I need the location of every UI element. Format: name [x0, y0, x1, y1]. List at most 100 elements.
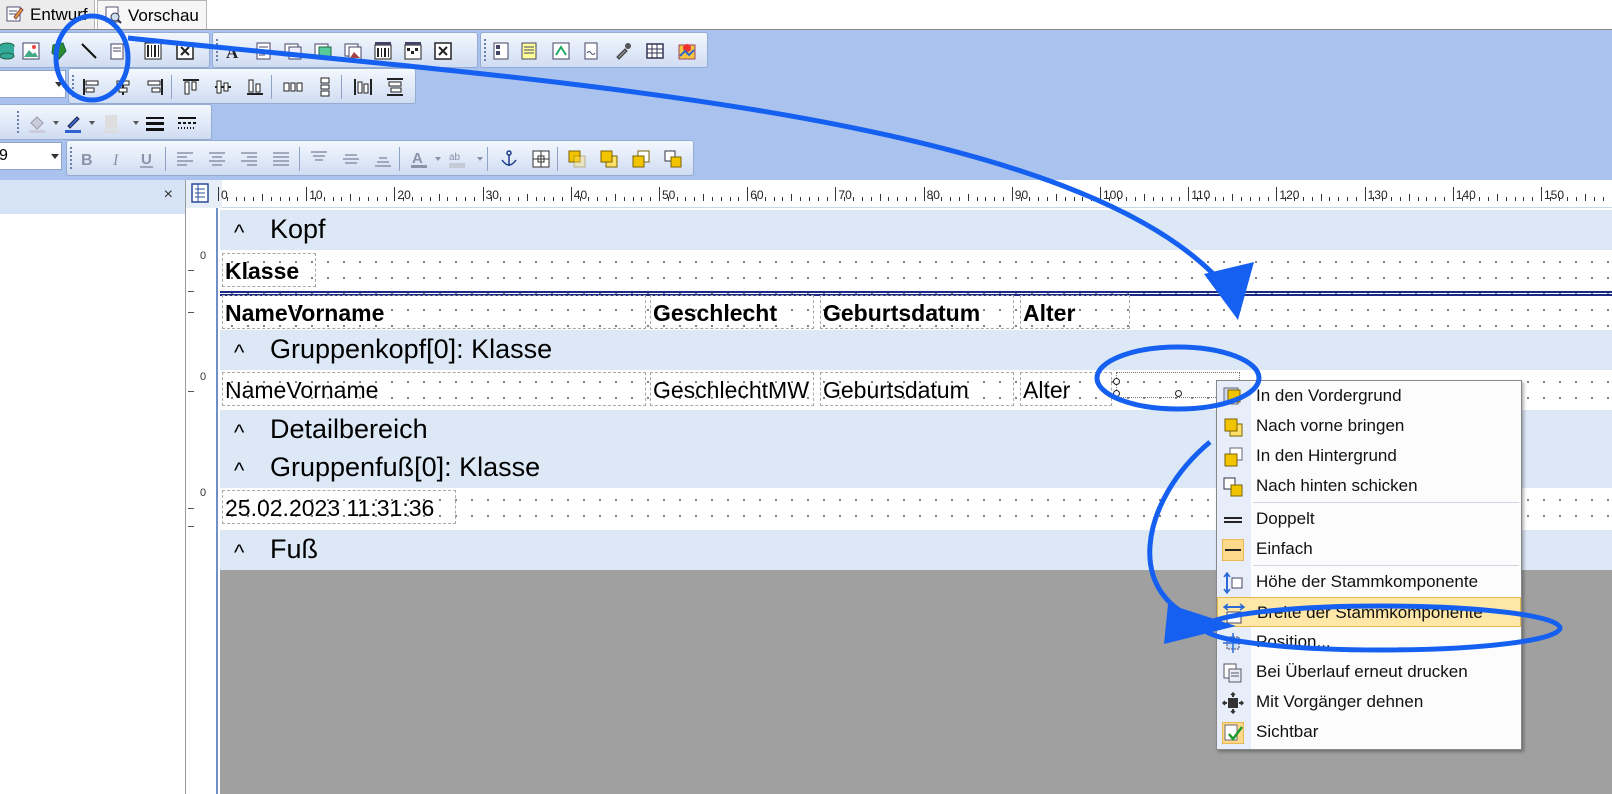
collapse-caret[interactable]: ^: [234, 420, 244, 446]
barcode-icon[interactable]: [143, 41, 163, 61]
text-left-icon[interactable]: [175, 149, 195, 169]
text-right-icon[interactable]: [239, 149, 259, 169]
eyedropper-icon[interactable]: [613, 41, 633, 61]
dbchart-icon[interactable]: [403, 41, 423, 61]
dbcalc-icon[interactable]: [313, 41, 333, 61]
map-icon[interactable]: [677, 41, 697, 61]
label-text-icon[interactable]: A: [223, 41, 243, 61]
anchor-icon[interactable]: [499, 149, 519, 169]
menu-item-reprint-overflow[interactable]: Bei Überlauf erneut drucken: [1217, 657, 1521, 687]
shape-icon[interactable]: [49, 41, 69, 61]
field-name[interactable]: NameVorname: [222, 372, 646, 406]
menu-item-single[interactable]: Einfach: [1217, 534, 1521, 564]
tab-preview[interactable]: Vorschau: [97, 0, 207, 29]
menu-item-label: Einfach: [1256, 539, 1313, 558]
selection-handle[interactable]: [1175, 390, 1182, 397]
field-datetime[interactable]: 25.02.2023 11:31:36: [222, 490, 456, 524]
menu-item-parent-width[interactable]: Breite der Stammkomponente: [1217, 597, 1521, 627]
menu-item-send-to-back[interactable]: In den Hintergrund: [1217, 441, 1521, 471]
send-backward-tb-icon[interactable]: [663, 149, 683, 169]
align-left-icon[interactable]: [81, 77, 101, 97]
space-h-icon[interactable]: [283, 77, 303, 97]
close-icon[interactable]: ×: [164, 186, 173, 204]
valign-center-icon[interactable]: [341, 149, 361, 169]
kopf-section[interactable]: Klasse NameVorname Geschlecht Geburtsdat…: [220, 250, 1612, 335]
bring-to-front-tb-icon[interactable]: [567, 149, 587, 169]
same-height-icon[interactable]: [385, 77, 405, 97]
send-to-back-tb-icon[interactable]: [631, 149, 651, 169]
field-name-header[interactable]: NameVorname: [222, 295, 646, 329]
valign-top-icon[interactable]: [309, 149, 329, 169]
menu-item-visible[interactable]: Sichtbar: [1217, 717, 1521, 747]
line-style-icon[interactable]: [177, 113, 197, 133]
field-alter-header[interactable]: Alter: [1020, 295, 1130, 329]
grid-snap-icon[interactable]: [531, 149, 551, 169]
space-v-icon[interactable]: [315, 77, 335, 97]
same-width-icon[interactable]: [353, 77, 373, 97]
highlight-color-icon[interactable]: ab: [447, 149, 467, 169]
line-icon[interactable]: [79, 41, 99, 61]
ruler-label: 150: [1544, 188, 1565, 202]
bring-forward-tb-icon[interactable]: [599, 149, 619, 169]
page-icon[interactable]: [581, 41, 601, 61]
dbmemo-icon[interactable]: [283, 41, 303, 61]
tab-design[interactable]: Entwurf: [0, 0, 95, 29]
line-weight-icon[interactable]: [145, 113, 165, 133]
fill-color-icon[interactable]: [27, 113, 47, 133]
underline-icon[interactable]: U: [137, 149, 157, 169]
ruler-corner[interactable]: [186, 180, 222, 208]
align-center-h-icon[interactable]: [113, 77, 133, 97]
field-geburtsdatum[interactable]: Geburtsdatum: [820, 372, 1014, 406]
field-geschlecht-header[interactable]: Geschlecht: [650, 295, 814, 329]
collapse-caret[interactable]: ^: [234, 458, 244, 484]
ruler-tick: [306, 187, 308, 201]
richtext-icon[interactable]: [107, 41, 127, 61]
field-geschlecht[interactable]: GeschlechtMW: [650, 372, 814, 406]
band-group-header[interactable]: ^ Gruppenkopf[0]: Klasse: [220, 330, 1612, 370]
selection-handle[interactable]: [1113, 378, 1120, 385]
menu-item-position[interactable]: Position...: [1217, 627, 1521, 657]
text-justify-icon[interactable]: [271, 149, 291, 169]
menu-item-double[interactable]: Doppelt: [1217, 504, 1521, 534]
band-header-kopf[interactable]: ^ Kopf: [220, 210, 1612, 250]
subreport-icon[interactable]: [519, 41, 539, 61]
collapse-caret[interactable]: ^: [234, 340, 244, 366]
font-size-combo[interactable]: 9: [0, 142, 62, 170]
align-top-icon[interactable]: [181, 77, 201, 97]
ruler-tick: [270, 197, 272, 201]
region-icon[interactable]: [491, 41, 511, 61]
italic-icon[interactable]: I: [107, 149, 127, 169]
field-klasse-header[interactable]: Klasse: [222, 253, 316, 287]
align-bottom-icon[interactable]: [245, 77, 265, 97]
db-icon[interactable]: [0, 41, 17, 61]
line-color-icon[interactable]: [63, 113, 83, 133]
menu-item-bring-to-front[interactable]: In den Vordergrund: [1217, 381, 1521, 411]
dbcheckbox-icon[interactable]: [433, 41, 453, 61]
selection-handle[interactable]: [1113, 390, 1120, 397]
dbimage-icon[interactable]: [343, 41, 363, 61]
image-icon[interactable]: [21, 41, 41, 61]
menu-item-parent-height[interactable]: Höhe der Stammkomponente: [1217, 567, 1521, 597]
font-color-icon[interactable]: A: [409, 149, 429, 169]
menu-item-bring-forward[interactable]: Nach vorne bringen: [1217, 411, 1521, 441]
align-center-v-icon[interactable]: [213, 77, 233, 97]
dbtext-icon[interactable]: [253, 41, 273, 61]
font-name-combo[interactable]: [0, 70, 66, 98]
ruler-label: 80: [926, 188, 940, 202]
field-alter[interactable]: Alter: [1020, 372, 1112, 406]
bold-icon[interactable]: B: [77, 149, 97, 169]
menu-item-stretch-with-parent[interactable]: Mit Vorgänger dehnen: [1217, 687, 1521, 717]
shadow-icon[interactable]: [101, 113, 121, 133]
dbbarcode-icon[interactable]: [373, 41, 393, 61]
collapse-caret[interactable]: ^: [234, 220, 244, 246]
ruler-tick: [235, 197, 237, 201]
valign-bottom-icon[interactable]: [373, 149, 393, 169]
field-geburtsdatum-header[interactable]: Geburtsdatum: [820, 295, 1014, 329]
table-grid-icon[interactable]: [645, 41, 665, 61]
checkbox-icon[interactable]: [175, 41, 195, 61]
menu-item-send-backward[interactable]: Nach hinten schicken: [1217, 471, 1521, 501]
crossref-icon[interactable]: [551, 41, 571, 61]
collapse-caret[interactable]: ^: [234, 540, 244, 566]
text-center-icon[interactable]: [207, 149, 227, 169]
align-right-icon[interactable]: [145, 77, 165, 97]
